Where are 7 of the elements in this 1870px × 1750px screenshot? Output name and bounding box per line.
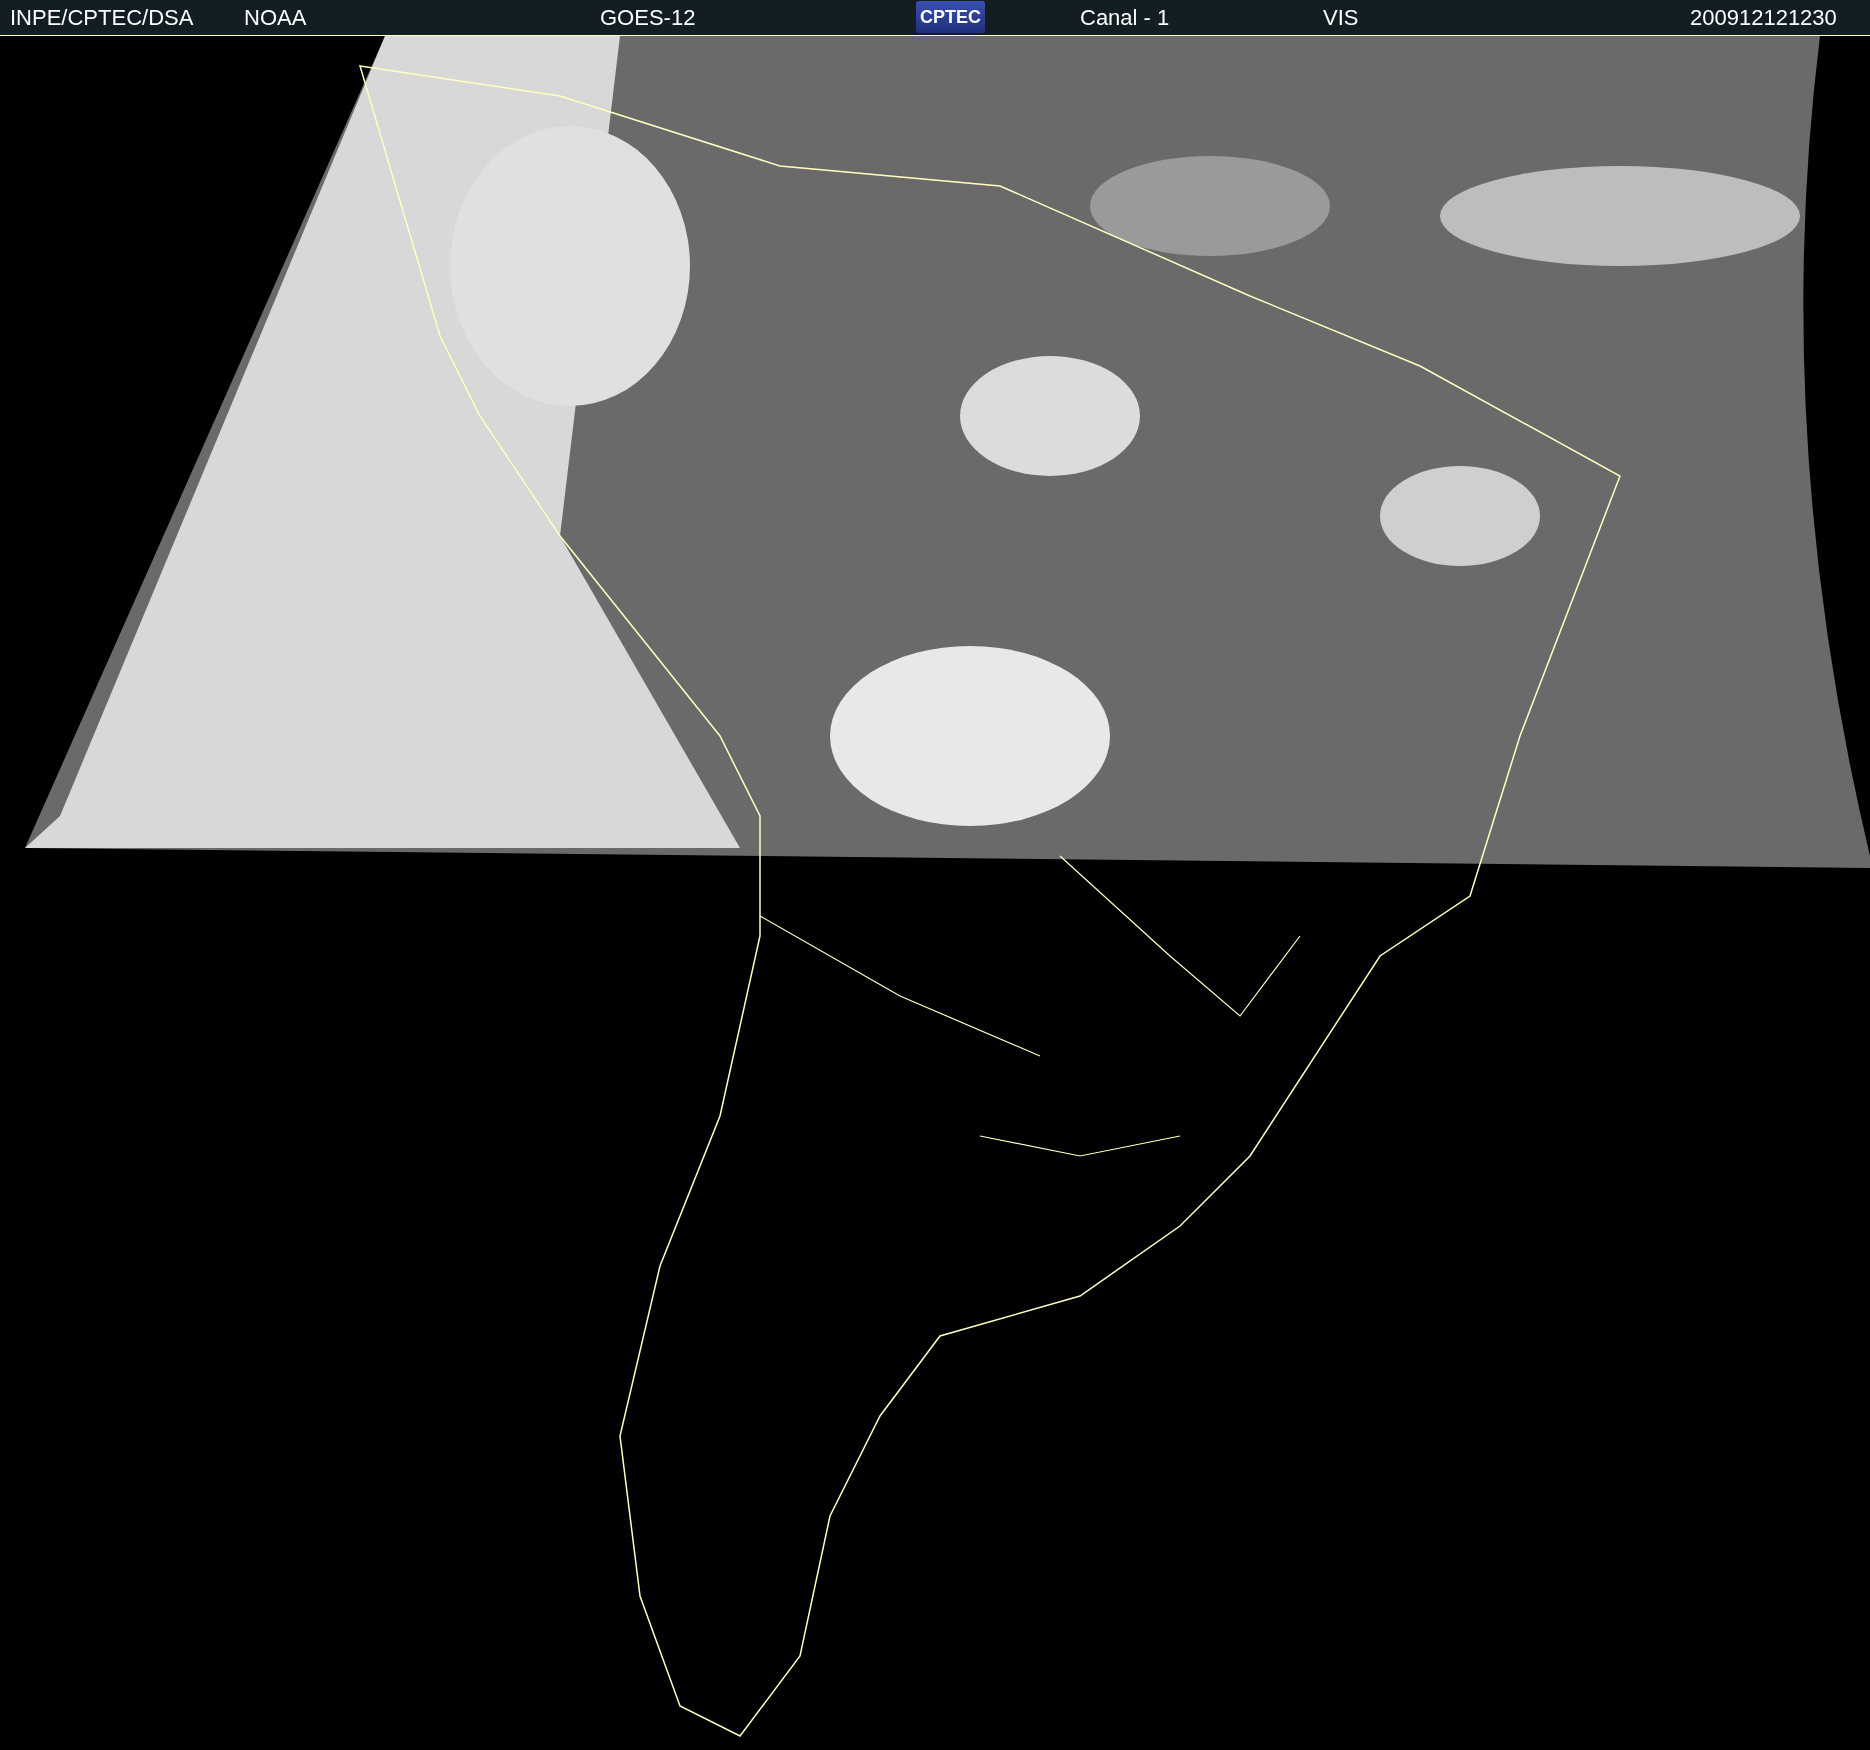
logo: CPTEC: [916, 1, 985, 33]
header-label: INPE/CPTEC/DSA: [10, 6, 194, 30]
header-label: VIS: [1323, 6, 1359, 30]
header-label: Canal - 1: [1080, 6, 1170, 30]
header-label: GOES-12: [600, 6, 696, 30]
header-label: NOAA: [244, 6, 307, 30]
header-label: 200912121230: [1690, 6, 1837, 30]
